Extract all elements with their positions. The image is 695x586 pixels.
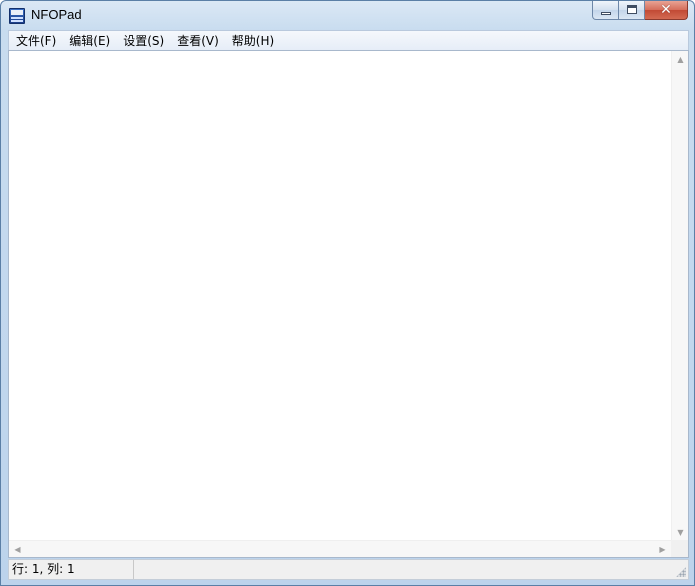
editor-area: ▲ ▼ ◀ ▶: [8, 50, 689, 558]
scroll-right-arrow-icon[interactable]: ▶: [654, 541, 671, 558]
horizontal-scrollbar[interactable]: ◀ ▶: [9, 540, 671, 557]
menu-view[interactable]: 查看(V): [170, 32, 225, 50]
app-icon-line: [11, 17, 23, 19]
scrollbar-corner: [671, 540, 688, 557]
status-bar: 行: 1, 列: 1: [8, 559, 689, 580]
window-title: NFOPad: [31, 7, 82, 22]
caption-buttons: ✕: [592, 1, 688, 21]
app-icon-line: [11, 20, 23, 22]
scroll-left-arrow-icon[interactable]: ◀: [9, 541, 26, 558]
window-minimize-icon: [601, 12, 611, 15]
status-panel: [135, 560, 688, 579]
scroll-down-arrow-icon[interactable]: ▼: [672, 524, 689, 541]
nfo-document-icon[interactable]: [9, 8, 25, 24]
close-icon: ✕: [660, 2, 672, 18]
minimize-button[interactable]: [592, 1, 619, 20]
close-button[interactable]: ✕: [645, 1, 688, 20]
app-icon-header: [11, 10, 23, 15]
scroll-up-arrow-icon[interactable]: ▲: [672, 51, 689, 68]
cursor-position: 行: 1, 列: 1: [9, 560, 134, 579]
menu-help[interactable]: 帮助(H): [225, 32, 280, 50]
text-editor[interactable]: [9, 51, 671, 541]
menu-edit[interactable]: 编辑(E): [62, 32, 116, 50]
app-window: NFOPad ✕ 文件(F) 编辑(E) 设置(S) 查看(V) 帮助(H) ▲…: [0, 0, 695, 586]
menu-file[interactable]: 文件(F): [9, 32, 62, 50]
window-maximize-icon: [627, 5, 637, 14]
title-bar[interactable]: NFOPad ✕: [1, 1, 694, 30]
menu-settings[interactable]: 设置(S): [116, 32, 170, 50]
menu-bar: 文件(F) 编辑(E) 设置(S) 查看(V) 帮助(H): [8, 30, 689, 50]
vertical-scrollbar[interactable]: ▲ ▼: [671, 51, 688, 541]
maximize-button[interactable]: [619, 1, 645, 20]
